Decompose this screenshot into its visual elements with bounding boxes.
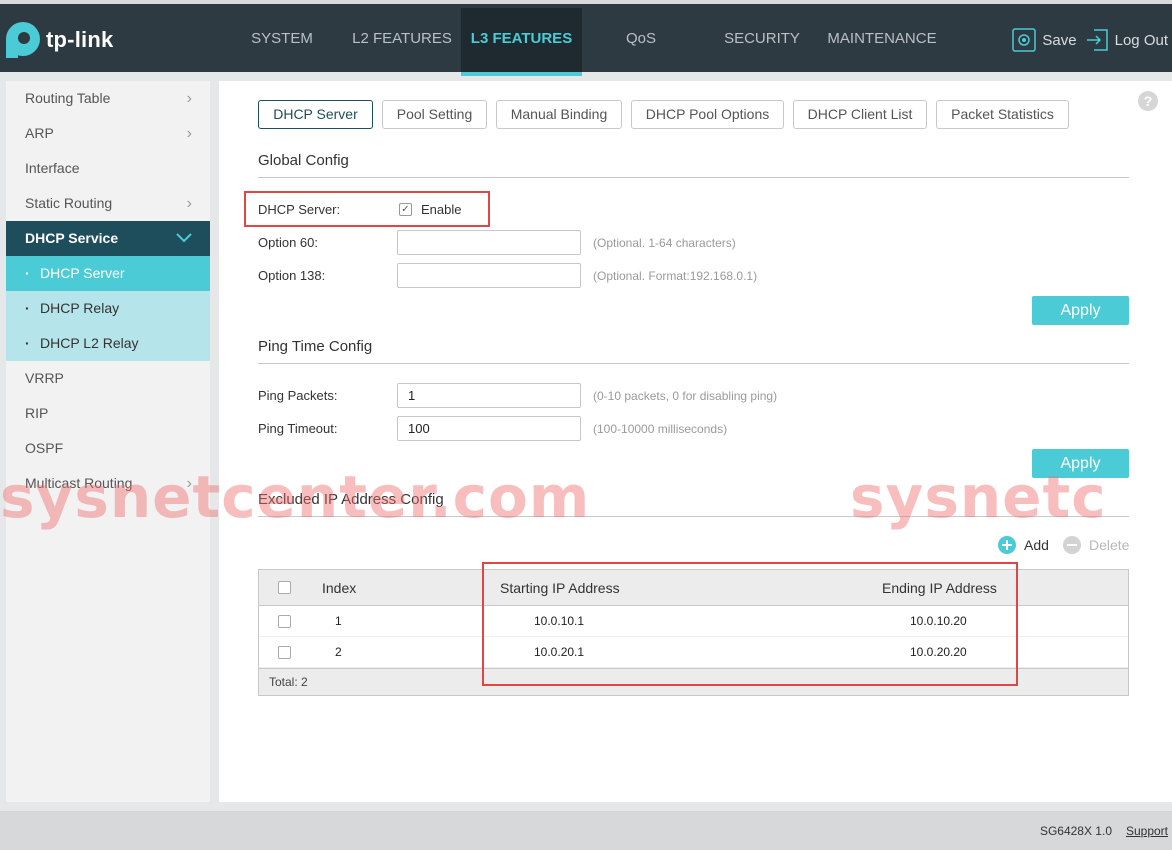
sidebar-item-rip[interactable]: RIP xyxy=(6,396,210,431)
chevron-right-icon: › xyxy=(186,195,192,212)
chevron-right-icon: › xyxy=(186,90,192,107)
sidebar-item-dhcp-l2-relay[interactable]: · DHCP L2 Relay xyxy=(6,326,210,361)
sidebar-item-label: ARP xyxy=(25,125,54,141)
sidebar-item-label: Static Routing xyxy=(25,195,113,211)
ping-config-title: Ping Time Config xyxy=(258,338,373,355)
logout-button[interactable]: Log Out xyxy=(1085,28,1168,52)
sidebar-item-dhcp-server[interactable]: · DHCP Server xyxy=(6,256,210,291)
tab-pool-setting[interactable]: Pool Setting xyxy=(382,100,487,129)
row-checkbox-cell xyxy=(278,637,291,667)
nav-maintenance[interactable]: MAINTENANCE xyxy=(822,8,942,76)
support-link[interactable]: Support xyxy=(1126,824,1168,838)
sidebar-item-label: RIP xyxy=(25,405,49,421)
brand-name: tp-link xyxy=(46,27,114,52)
global-config-apply-button[interactable]: Apply xyxy=(1032,296,1129,325)
sidebar-item-label: DHCP Relay xyxy=(40,300,120,316)
add-label: Add xyxy=(1024,537,1049,553)
row-checkbox-cell xyxy=(278,606,291,636)
ping-packets-input[interactable] xyxy=(397,383,581,408)
sidebar-item-multicast-routing[interactable]: Multicast Routing › xyxy=(6,466,210,501)
tab-packet-statistics[interactable]: Packet Statistics xyxy=(936,100,1069,129)
highlight-box-dhcp-enable xyxy=(244,191,490,227)
top-actions: Save Log Out xyxy=(1004,28,1168,52)
chevron-down-icon xyxy=(176,233,192,243)
cell-index: 2 xyxy=(335,645,342,659)
chevron-right-icon: › xyxy=(186,475,192,492)
sidebar-item-static-routing[interactable]: Static Routing › xyxy=(6,186,210,221)
bullet-icon: · xyxy=(25,300,30,316)
divider xyxy=(258,177,1129,178)
nav-l3-features[interactable]: L3 FEATURES xyxy=(461,8,582,76)
divider xyxy=(258,516,1129,517)
model-version: SG6428X 1.0 xyxy=(1039,824,1112,838)
select-all-checkbox[interactable] xyxy=(278,581,291,594)
sidebar-item-routing-table[interactable]: Routing Table › xyxy=(6,81,210,116)
help-icon[interactable]: ? xyxy=(1138,91,1158,111)
global-config-title: Global Config xyxy=(258,152,349,169)
bullet-icon: · xyxy=(25,335,30,351)
add-icon xyxy=(998,536,1016,554)
delete-icon xyxy=(1063,536,1081,554)
tab-dhcp-pool-options[interactable]: DHCP Pool Options xyxy=(631,100,784,129)
sidebar-item-arp[interactable]: ARP › xyxy=(6,116,210,151)
nav-l2-features[interactable]: L2 FEATURES xyxy=(342,8,462,76)
bullet-icon: · xyxy=(25,265,30,281)
option138-hint: (Optional. Format:192.168.0.1) xyxy=(593,269,758,283)
ping-timeout-hint: (100-10000 milliseconds) xyxy=(593,422,728,436)
option138-label: Option 138: xyxy=(258,268,326,283)
save-gear-icon xyxy=(1012,28,1037,52)
delete-button[interactable]: Delete xyxy=(1063,536,1129,554)
option138-input[interactable] xyxy=(397,263,581,288)
sidebar-item-label: DHCP Server xyxy=(40,265,125,281)
nav-qos[interactable]: QoS xyxy=(600,8,682,76)
logo-icon xyxy=(6,22,42,58)
sidebar-item-label: Routing Table xyxy=(25,90,111,106)
sidebar-item-label: DHCP L2 Relay xyxy=(40,335,139,351)
sidebar-item-label: OSPF xyxy=(25,440,64,456)
save-label: Save xyxy=(1042,31,1077,49)
main-content: ? DHCP Server Pool Setting Manual Bindin… xyxy=(219,81,1172,802)
sidebar-item-dhcp-relay[interactable]: · DHCP Relay xyxy=(6,291,210,326)
divider xyxy=(258,363,1129,364)
row-checkbox[interactable] xyxy=(278,614,291,628)
ping-timeout-input[interactable] xyxy=(397,416,581,441)
logout-icon xyxy=(1086,29,1108,51)
sidebar-item-interface[interactable]: Interface xyxy=(6,151,210,186)
tab-dhcp-server[interactable]: DHCP Server xyxy=(258,100,373,129)
sidebar-item-vrrp[interactable]: VRRP xyxy=(6,361,210,396)
column-header-index: Index xyxy=(322,579,357,596)
ping-timeout-label: Ping Timeout: xyxy=(258,421,338,436)
excluded-config-title: Excluded IP Address Config xyxy=(258,491,444,508)
tab-manual-binding[interactable]: Manual Binding xyxy=(496,100,622,129)
chevron-right-icon: › xyxy=(186,125,192,142)
option60-hint: (Optional. 1-64 characters) xyxy=(593,236,736,250)
ping-packets-hint: (0-10 packets, 0 for disabling ping) xyxy=(593,389,778,403)
select-all-checkbox-cell xyxy=(278,570,291,605)
top-bar: tp-link SYSTEM L2 FEATURES L3 FEATURES Q… xyxy=(0,0,1172,76)
row-checkbox[interactable] xyxy=(278,645,291,659)
sidebar-item-label: DHCP Service xyxy=(25,230,119,246)
save-button[interactable]: Save xyxy=(1012,28,1077,52)
cell-index: 1 xyxy=(335,614,342,628)
tp-link-logo[interactable]: tp-link xyxy=(6,22,113,58)
ping-config-apply-button[interactable]: Apply xyxy=(1032,449,1129,478)
nav-system[interactable]: SYSTEM xyxy=(238,8,326,76)
sidebar-item-label: VRRP xyxy=(25,370,64,386)
sidebar-item-label: Multicast Routing xyxy=(25,475,133,491)
add-button[interactable]: Add xyxy=(998,536,1049,554)
option60-label: Option 60: xyxy=(258,235,318,250)
nav-security[interactable]: SECURITY xyxy=(712,8,812,76)
ping-packets-label: Ping Packets: xyxy=(258,388,338,403)
highlight-box-ip-range xyxy=(482,562,1018,686)
sidebar-item-dhcp-service[interactable]: DHCP Service xyxy=(6,221,210,256)
footer: SG6428X 1.0 Support xyxy=(0,811,1172,850)
tab-dhcp-client-list[interactable]: DHCP Client List xyxy=(793,100,927,129)
sidebar-item-label: Interface xyxy=(25,160,80,176)
option60-input[interactable] xyxy=(397,230,581,255)
logout-label: Log Out xyxy=(1114,31,1168,49)
sidebar-item-ospf[interactable]: OSPF xyxy=(6,431,210,466)
sidebar: Routing Table › ARP › Interface Static Rou… xyxy=(6,81,210,802)
delete-label: Delete xyxy=(1089,537,1130,553)
